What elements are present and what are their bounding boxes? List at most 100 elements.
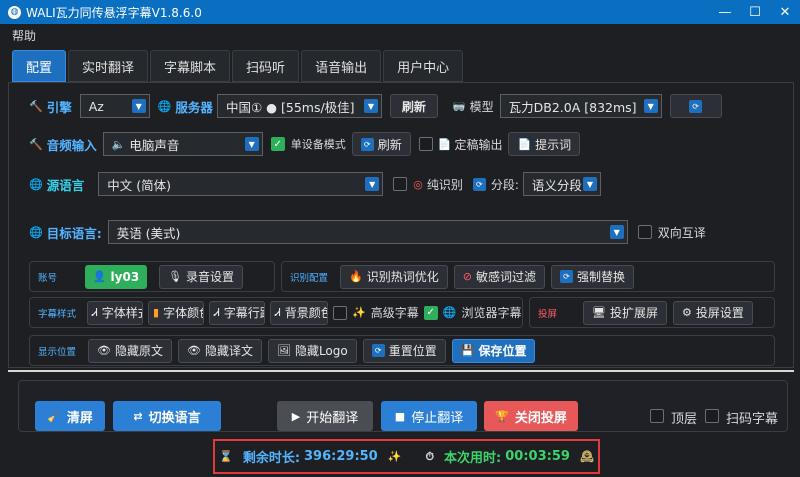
hammer-icon: 🔨: [29, 99, 43, 113]
sensitive-filter-button[interactable]: ⊘ 敏感词过滤: [453, 264, 545, 289]
bg-color-button[interactable]: Ꮧ 背景颜色: [270, 300, 329, 325]
action-bar: 🧹 清屏 ⇄ 切换语言 ▶ 开始翻译 ■ 停止翻译 🏆 关闭投屏 顶层 扫码字幕: [18, 380, 788, 432]
source-lang-row: 🌐 源语言 中文 (简体) ▼ ◎ 纯识别 ⟳ 分段: 语义分段 ▼: [29, 171, 601, 197]
model-refresh-button[interactable]: ⟳: [669, 94, 722, 118]
maximize-button[interactable]: ☐: [740, 5, 770, 20]
scan-subtitle-label: 扫码字幕: [726, 412, 779, 427]
advanced-subtitle-label: 高级字幕: [370, 306, 419, 320]
menu-help[interactable]: 帮助: [12, 27, 36, 44]
engine-row: 🔨 引擎 Az ▼ 🌐 服务器 中国① ● [55ms/极佳] ▼ 刷新 🥽 模型 瓦力…: [29, 93, 722, 119]
server-label: 🌐 服务器: [157, 99, 213, 115]
audio-refresh-button[interactable]: ⟳ 刷新: [351, 132, 411, 156]
start-translate-button[interactable]: ▶ 开始翻译: [277, 401, 373, 431]
sparkle-icon: ✨: [387, 450, 402, 463]
switch-language-button[interactable]: ⇄ 切换语言: [113, 401, 221, 431]
close-button[interactable]: ✕: [770, 5, 800, 20]
stop-translate-button[interactable]: ■ 停止翻译: [381, 401, 477, 431]
used-time-value: 00:03:59: [505, 449, 570, 464]
chevron-down-icon: ▼: [582, 177, 597, 191]
remaining-time-value: 396:29:50: [304, 449, 378, 464]
hotword-button[interactable]: 🔥 识别热词优化: [340, 264, 448, 289]
tab-voice-output[interactable]: 语音输出: [301, 50, 382, 82]
final-output-label: 定稿输出: [454, 137, 503, 152]
app-logo-icon: ◍: [8, 5, 21, 19]
image-icon: 🖼: [276, 344, 291, 357]
prompt-button[interactable]: 📄 提示词: [508, 132, 581, 156]
monitor-icon: 🖥: [592, 306, 606, 319]
model-select[interactable]: 瓦力DB2.0A [832ms] ▼: [499, 94, 662, 118]
font-color-button[interactable]: ▮字体颜色: [148, 300, 205, 325]
source-lang-select[interactable]: 中文 (简体) ▼: [98, 172, 384, 196]
vr-headset-icon: 🥽: [451, 99, 466, 113]
clock-icon: 🕰: [579, 450, 594, 463]
hide-translation-button[interactable]: 👁 隐藏译文: [178, 338, 262, 363]
hide-original-button[interactable]: 👁 隐藏原文: [88, 338, 172, 363]
tab-bar: 配置 实时翻译 字幕脚本 扫码听 语音输出 用户中心: [12, 50, 465, 82]
font-icon: Ꮧ: [92, 305, 98, 319]
refresh-icon: ⟳: [360, 137, 374, 151]
tab-realtime-translate[interactable]: 实时翻译: [68, 50, 149, 82]
engine-select[interactable]: Az ▼: [79, 94, 150, 118]
divider: [8, 370, 794, 372]
config-panel: 🔨 引擎 Az ▼ 🌐 服务器 中国① ● [55ms/极佳] ▼ 刷新 🥽 模型 瓦力…: [8, 82, 794, 368]
tab-config[interactable]: 配置: [12, 50, 67, 82]
user-icon: 👤: [92, 270, 107, 283]
stop-icon: ■: [394, 409, 406, 423]
single-device-label: 单设备模式: [290, 138, 346, 151]
record-settings-button[interactable]: 🎙 录音设置: [159, 264, 243, 289]
play-icon: ▶: [291, 409, 301, 423]
browser-subtitle-checkbox[interactable]: ✓: [423, 305, 438, 320]
top-layer-label: 顶层: [671, 412, 698, 427]
scan-subtitle-checkbox[interactable]: [705, 409, 719, 423]
server-refresh-button[interactable]: 刷新: [389, 94, 438, 118]
remaining-time-label: 剩余时长:: [242, 451, 301, 466]
tab-subtitle-script[interactable]: 字幕脚本: [150, 50, 231, 82]
tab-scan-listen[interactable]: 扫码听: [232, 50, 300, 82]
save-position-button[interactable]: 💾 保存位置: [451, 338, 536, 363]
chevron-down-icon: ▼: [363, 99, 378, 113]
audio-label: 🔨 音频输入: [29, 137, 97, 153]
force-replace-button[interactable]: ⟳ 强制替换: [550, 264, 634, 289]
subtitle-style-group: 字幕样式 Ꮧ字体样式 ▮字体颜色 Ꮧ字幕行距 Ꮧ背景颜色 ✨ 高级字幕 ✓ 🌐 …: [29, 297, 523, 328]
bidirectional-checkbox[interactable]: [637, 225, 652, 239]
target-lang-select[interactable]: 英语 (美式) ▼: [107, 220, 628, 244]
subtitle-group-title: 字幕样式: [38, 308, 77, 320]
globe-icon: 🌐: [29, 177, 43, 191]
target-lang-label: 🌐 目标语言:: [29, 225, 102, 241]
globe-icon: 🌐: [442, 306, 457, 319]
refresh-icon: ⟳: [472, 177, 486, 191]
refresh-icon: ⟳: [689, 99, 703, 113]
user-account-button[interactable]: 👤 ly03: [85, 264, 148, 289]
advanced-subtitle-checkbox[interactable]: [333, 305, 348, 320]
font-style-button[interactable]: Ꮧ字体样式: [87, 300, 144, 325]
hammer-icon: 🔨: [29, 137, 43, 151]
clear-screen-button[interactable]: 🧹 清屏: [35, 401, 105, 431]
projection-settings-button[interactable]: ⚙ 投屏设置: [673, 300, 753, 325]
top-layer-checkbox[interactable]: [650, 409, 664, 423]
single-device-checkbox[interactable]: ✓: [270, 137, 285, 151]
globe-icon: 🌐: [29, 225, 43, 239]
close-projection-button[interactable]: 🏆 关闭投屏: [484, 401, 578, 431]
chevron-down-icon: ▼: [643, 99, 658, 113]
server-select[interactable]: 中国① ● [55ms/极佳] ▼: [216, 94, 382, 118]
audio-input-select[interactable]: 🔈 电脑声音 ▼: [102, 132, 263, 156]
recog-config-group: 识别配置 🔥 识别热词优化 ⊘ 敏感词过滤 ⟳ 强制替换: [281, 261, 775, 292]
eye-icon: 👁: [97, 344, 111, 357]
account-group-title: 账号: [38, 272, 58, 284]
pure-recog-checkbox[interactable]: [393, 177, 408, 191]
stopwatch-icon: ⏱: [425, 449, 435, 463]
chevron-down-icon: ▼: [244, 137, 259, 151]
hide-logo-button[interactable]: 🖼 隐藏Logo: [267, 338, 357, 363]
line-spacing-button[interactable]: Ꮧ字幕行距: [209, 300, 266, 325]
hourglass-icon: ⌛: [219, 450, 233, 463]
reset-position-button[interactable]: ⟳ 重置位置: [362, 338, 446, 363]
minimize-button[interactable]: —: [710, 5, 740, 20]
extend-screen-button[interactable]: 🖥 投扩展屏: [583, 300, 667, 325]
segment-select[interactable]: 语义分段 ▼: [522, 172, 601, 196]
audio-row: 🔨 音频输入 🔈 电脑声音 ▼ ✓ 单设备模式 ⟳ 刷新 📄 定稿输出 📄 提示词: [29, 131, 581, 157]
title-bar: ◍ WALI瓦力同传悬浮字幕V1.8.6.0 — ☐ ✕: [0, 0, 800, 24]
position-group-title: 显示位置: [38, 346, 77, 358]
final-output-checkbox[interactable]: [418, 137, 433, 151]
target-lang-row: 🌐 目标语言: 英语 (美式) ▼ 双向互译: [29, 219, 706, 245]
tab-user-center[interactable]: 用户中心: [383, 50, 464, 82]
